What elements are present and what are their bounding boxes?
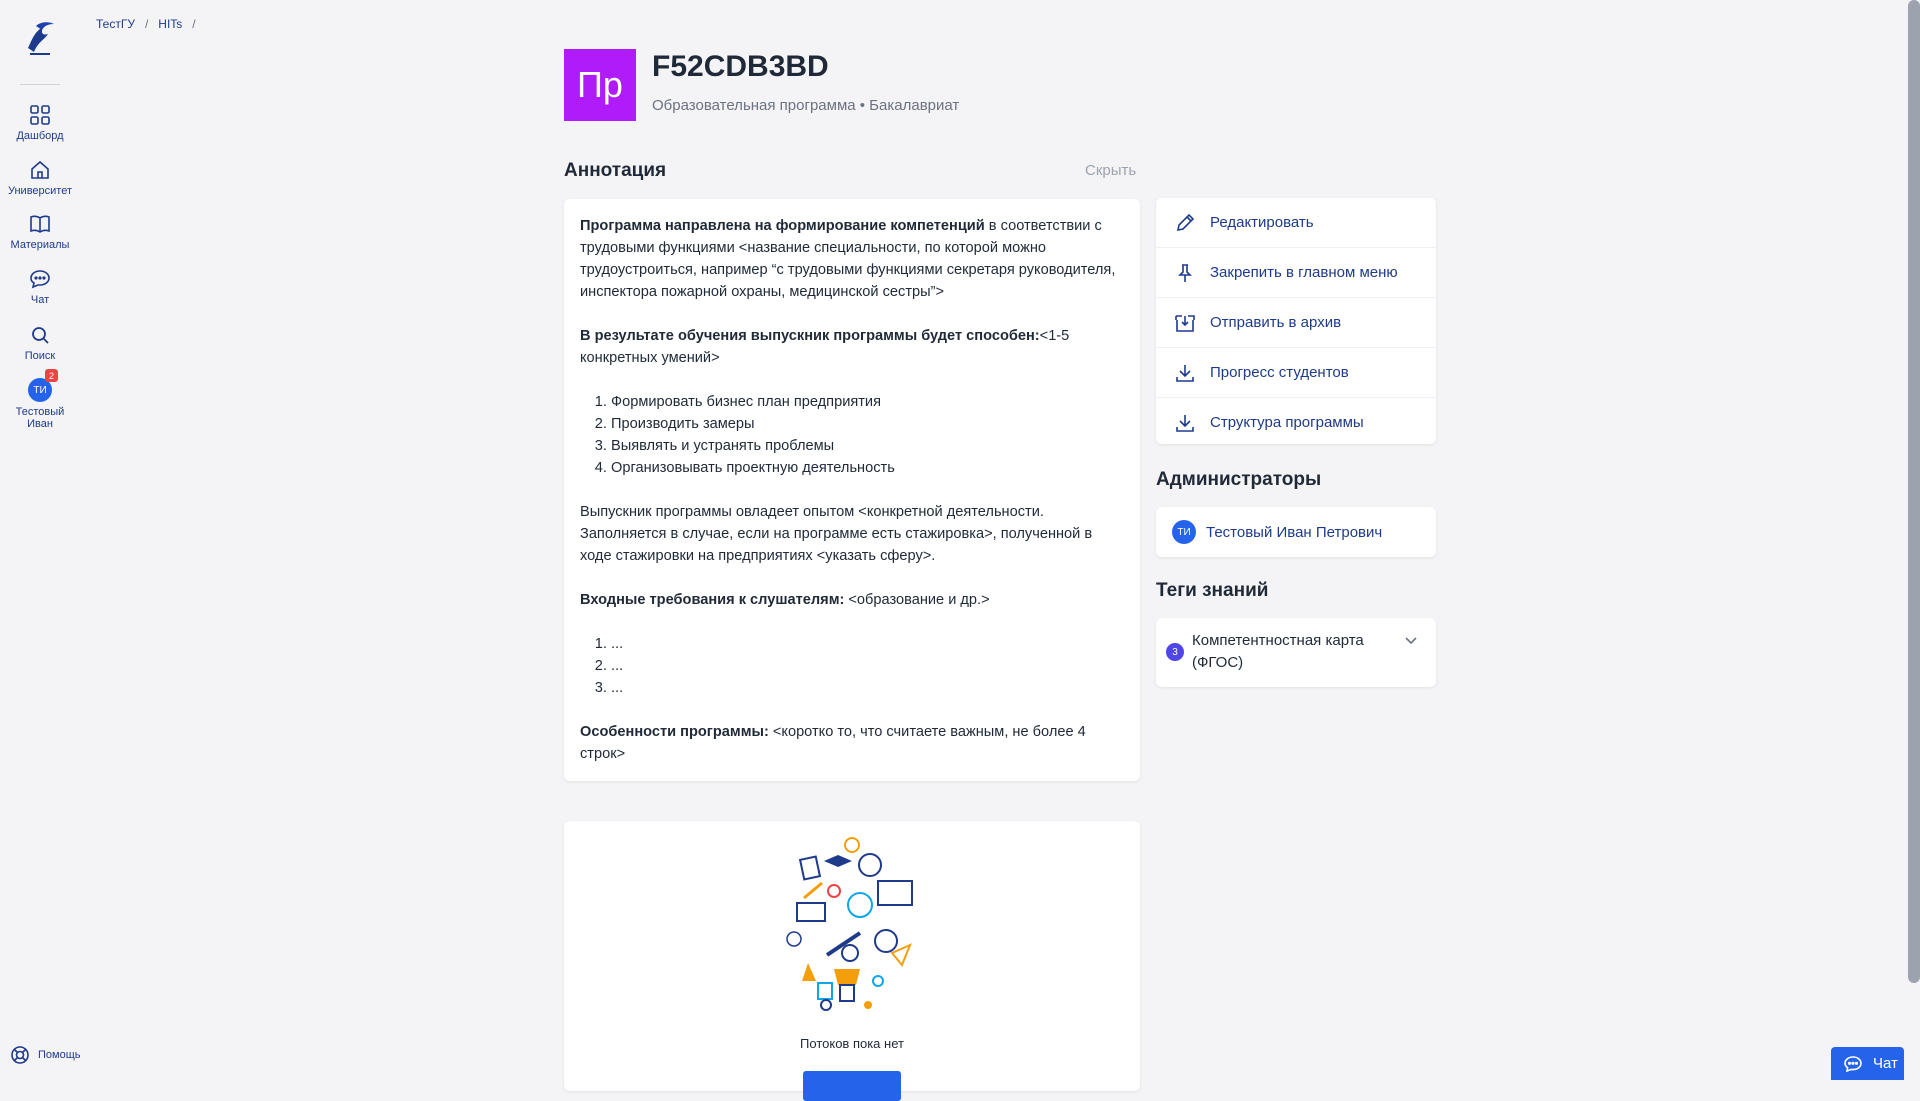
list-item: ... — [611, 655, 1124, 677]
annotation-paragraph: Выпускник программы овладеет опытом <кон… — [580, 504, 1093, 564]
annotation-paragraph: Особенности программы: <коротко то, что … — [580, 721, 1124, 765]
tags-title: Теги знаний — [1156, 580, 1269, 601]
help-button[interactable]: Помощь — [10, 1045, 81, 1065]
chat-button[interactable]: Чат — [1831, 1047, 1904, 1080]
sidebar-item-label: Поиск — [24, 350, 56, 362]
requirements-list: ... ... ... — [580, 633, 1124, 699]
sidebar-item-label: Университет — [7, 185, 73, 197]
annotation-text: <образование и др.> — [844, 592, 990, 608]
profile-name-line2: Иван — [27, 418, 53, 430]
annotation-card: Программа направлена на формирование ком… — [564, 199, 1140, 781]
sidebar-item-label: Материалы — [10, 239, 70, 251]
home-icon — [31, 160, 49, 179]
annotation-bold: Особенности программы: — [580, 724, 769, 740]
breadcrumb-item-hits[interactable]: HITs — [158, 17, 182, 31]
sidebar-item-label: Дашборд — [16, 130, 64, 142]
empty-state-text: Потоков пока нет — [800, 1036, 904, 1051]
actions-card: Редактировать Закрепить в главном меню О… — [1156, 198, 1436, 444]
education-illustration-icon — [786, 837, 913, 1011]
annotation-bold: Входные требования к слушателям: — [580, 592, 845, 608]
list-item: Организовывать проектную деятельность — [611, 457, 1124, 479]
download-icon — [1176, 364, 1194, 382]
action-label: Закрепить в главном меню — [1210, 264, 1398, 281]
admin-list-item[interactable]: ТИ Тестовый Иван Петрович — [1156, 507, 1436, 557]
list-item: ... — [611, 677, 1124, 699]
sidebar-item-materials[interactable]: Материалы — [0, 213, 80, 251]
breadcrumb-separator: / — [192, 17, 196, 31]
list-item: Выявлять и устранять проблемы — [611, 435, 1124, 457]
edit-button[interactable]: Редактировать — [1156, 198, 1436, 248]
annotation-bold: В результате обучения выпускник программ… — [580, 328, 1040, 344]
pencil-icon — [1176, 213, 1195, 231]
chat-button-label: Чат — [1873, 1055, 1898, 1072]
admins-title: Администраторы — [1156, 469, 1322, 490]
tag-count-badge: 3 — [1166, 643, 1184, 661]
sidebar-divider — [20, 84, 60, 85]
page-title: F52CDB3BD — [652, 50, 829, 83]
avatar-initials: ТИ — [33, 384, 47, 396]
create-stream-button[interactable] — [803, 1071, 901, 1101]
tag-group-item[interactable]: 3 Компетентностная карта (ФГОС) — [1156, 618, 1436, 687]
avatar: ТИ 2 — [28, 369, 58, 402]
archive-icon — [1175, 314, 1195, 332]
students-progress-button[interactable]: Прогресс студентов — [1156, 348, 1436, 398]
archive-button[interactable]: Отправить в архив — [1156, 298, 1436, 348]
action-label: Структура программы — [1210, 414, 1364, 431]
tag-group-label: Компетентностная карта (ФГОС) — [1192, 632, 1364, 671]
annotation-title: Аннотация — [564, 160, 667, 181]
grid-icon — [30, 105, 50, 125]
avatar: ТИ — [1172, 520, 1196, 544]
annotation-paragraph: Входные требования к слушателям: <образо… — [580, 589, 1124, 611]
chevron-down-icon[interactable] — [1404, 634, 1418, 648]
notification-badge: 2 — [45, 369, 58, 382]
list-item: Производить замеры — [611, 413, 1124, 435]
sidebar-item-label: Чат — [30, 294, 50, 306]
action-label: Прогресс студентов — [1210, 364, 1349, 381]
action-label: Отправить в архив — [1210, 314, 1342, 331]
help-label: Помощь — [38, 1049, 81, 1061]
chat-icon — [1844, 1055, 1862, 1072]
sidebar-item-search[interactable]: Поиск — [0, 324, 80, 362]
logo-icon[interactable] — [22, 18, 58, 56]
annotation-paragraph: Программа направлена на формирование ком… — [580, 215, 1124, 303]
search-icon — [32, 327, 49, 344]
breadcrumb-separator: / — [144, 17, 149, 31]
scrollbar[interactable] — [1908, 0, 1920, 983]
breadcrumb-item-university[interactable]: ТестГУ — [96, 17, 135, 31]
annotation-bold: Программа направлена на формирование ком… — [580, 218, 985, 234]
sidebar-item-dashboard[interactable]: Дашборд — [0, 104, 80, 142]
pin-icon — [1178, 263, 1192, 282]
lifebuoy-icon — [11, 1046, 29, 1064]
download-icon — [1176, 414, 1194, 432]
sidebar-item-profile[interactable]: ТИ 2 Тестовый Иван — [0, 369, 80, 430]
hide-annotation-button[interactable]: Скрыть — [1085, 162, 1136, 179]
chat-icon — [30, 270, 50, 289]
list-item: Формировать бизнес план предприятия — [611, 391, 1124, 413]
program-structure-button[interactable]: Структура программы — [1156, 398, 1436, 447]
sidebar-item-university[interactable]: Университет — [0, 159, 80, 197]
page-subtitle: Образовательная программа • Бакалавриат — [652, 97, 960, 114]
streams-card: Потоков пока нет — [564, 821, 1140, 1101]
admin-name: Тестовый Иван Петрович — [1206, 523, 1383, 541]
sidebar: Дашборд Университет Материалы Чат Поиск … — [0, 0, 81, 1080]
pin-to-menu-button[interactable]: Закрепить в главном меню — [1156, 248, 1436, 298]
list-item: ... — [611, 633, 1124, 655]
book-icon — [30, 215, 50, 233]
action-label: Редактировать — [1210, 214, 1314, 231]
sidebar-item-chat[interactable]: Чат — [0, 268, 80, 306]
profile-name-line1: Тестовый — [15, 406, 65, 418]
skills-list: Формировать бизнес план предприятия Прои… — [580, 391, 1124, 479]
breadcrumb: ТестГУ / HITs / — [96, 17, 196, 31]
annotation-paragraph: В результате обучения выпускник программ… — [580, 325, 1124, 369]
program-avatar: Пр — [564, 49, 636, 121]
